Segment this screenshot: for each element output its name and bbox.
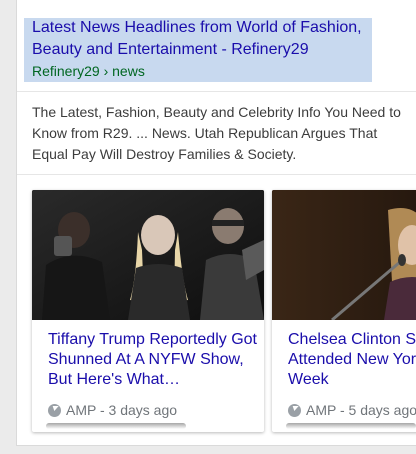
result-snippet: The Latest, Fashion, Beauty and Celebrit… (32, 104, 401, 162)
news-thumbnail-image (32, 190, 264, 320)
result-title-link[interactable]: Latest News Headlines from World of Fash… (32, 17, 372, 61)
amp-icon (48, 403, 61, 417)
news-meta-text: AMP - 5 days ago (306, 402, 416, 418)
amp-icon (288, 403, 301, 417)
news-thumbnail-image (272, 190, 416, 320)
news-meta-text: AMP - 3 days ago (66, 402, 178, 418)
divider (17, 174, 416, 175)
news-card[interactable]: Tiffany Trump Reportedly Got Shunned At … (32, 190, 264, 432)
news-headline[interactable]: Tiffany Trump Reportedly Got Shunned At … (48, 330, 258, 390)
news-thumbnail[interactable] (272, 190, 416, 320)
highlight-shadow (286, 423, 416, 429)
result-breadcrumb[interactable]: Refinery29 › news (32, 62, 145, 80)
news-headline[interactable]: Chelsea Clinton Sp… Attended New Yor… We… (288, 330, 416, 390)
news-meta: AMP - 5 days ago (288, 402, 416, 418)
news-meta: AMP - 3 days ago (48, 402, 177, 418)
divider (17, 91, 416, 92)
news-card[interactable]: Chelsea Clinton Sp… Attended New Yor… We… (272, 190, 416, 432)
news-thumbnail[interactable] (32, 190, 264, 320)
highlight-shadow (46, 423, 186, 429)
